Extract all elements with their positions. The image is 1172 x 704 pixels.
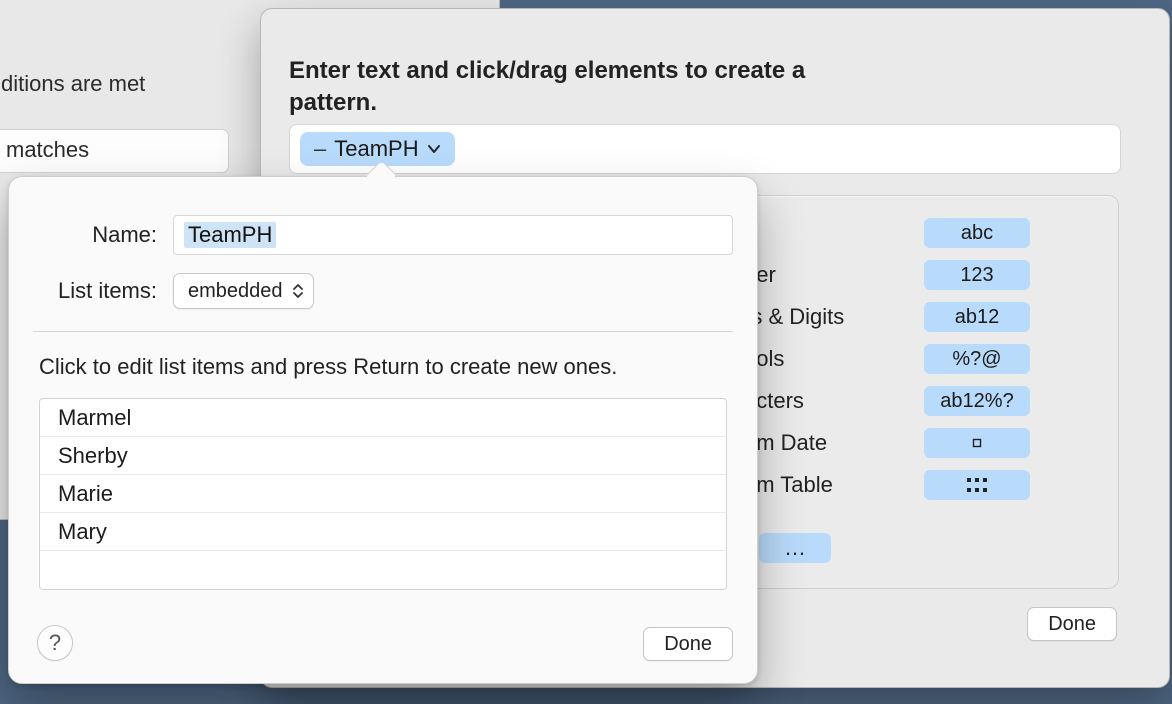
table-icon bbox=[967, 478, 987, 492]
updown-caret-icon bbox=[291, 282, 305, 300]
pattern-done-button[interactable]: Done bbox=[1027, 607, 1117, 641]
popover-arrow bbox=[367, 163, 395, 177]
list-items-select[interactable]: embedded bbox=[173, 273, 314, 309]
divider bbox=[33, 331, 733, 332]
type-row-characters[interactable]: acters ab12%? bbox=[744, 380, 1030, 422]
type-pill-letters-digits[interactable]: ab12 bbox=[924, 302, 1030, 332]
list-popover: Name: TeamPH List items: embedded Click … bbox=[8, 176, 758, 684]
matches-selector-label: matches bbox=[6, 137, 89, 162]
name-input[interactable]: TeamPH bbox=[173, 215, 733, 255]
type-row-symbols[interactable]: bols %?@ bbox=[744, 338, 1030, 380]
name-label: Name: bbox=[33, 222, 157, 248]
pattern-token-text: TeamPH bbox=[334, 136, 418, 162]
ellipsis-icon: … bbox=[784, 535, 806, 561]
pattern-input-bar[interactable]: – TeamPH bbox=[289, 124, 1121, 174]
pattern-types-rows: l abc ber 123 rs & Digits ab12 bols %?@ … bbox=[744, 212, 1030, 506]
type-row-date[interactable]: om Date bbox=[744, 422, 1030, 464]
list-items-label: List items: bbox=[33, 278, 157, 304]
more-types-button[interactable]: … bbox=[759, 533, 831, 563]
type-row-letters[interactable]: l abc bbox=[744, 212, 1030, 254]
help-icon: ? bbox=[49, 630, 61, 656]
list-item[interactable] bbox=[40, 551, 726, 589]
chevron-down-icon bbox=[427, 142, 441, 156]
type-row-table[interactable]: om Table bbox=[744, 464, 1030, 506]
list-items-select-value: embedded bbox=[188, 280, 283, 303]
type-row-letters-digits[interactable]: rs & Digits ab12 bbox=[744, 296, 1030, 338]
list-items-box[interactable]: Marmel Sherby Marie Mary bbox=[39, 398, 727, 590]
list-item[interactable]: Marmel bbox=[40, 399, 726, 437]
type-row-number[interactable]: ber 123 bbox=[744, 254, 1030, 296]
pattern-done-button-wrap: Done bbox=[1027, 607, 1117, 641]
pattern-token[interactable]: – TeamPH bbox=[300, 132, 455, 166]
pattern-instruction: Enter text and click/drag elements to cr… bbox=[289, 55, 849, 120]
list-hint: Click to edit list items and press Retur… bbox=[39, 354, 733, 380]
type-row-label: rs & Digits bbox=[744, 304, 844, 330]
name-input-value: TeamPH bbox=[184, 222, 276, 248]
list-item[interactable]: Sherby bbox=[40, 437, 726, 475]
pattern-token-prefix: – bbox=[314, 136, 326, 162]
matches-selector[interactable]: matches bbox=[0, 129, 229, 173]
type-pill-table[interactable] bbox=[924, 470, 1030, 500]
type-pill-date[interactable] bbox=[924, 428, 1030, 458]
popover-done-wrap: Done bbox=[643, 627, 733, 661]
type-pill-symbols[interactable]: %?@ bbox=[924, 344, 1030, 374]
type-pill-letters[interactable]: abc bbox=[924, 218, 1030, 248]
type-pill-number[interactable]: 123 bbox=[924, 260, 1030, 290]
type-pill-characters[interactable]: ab12%? bbox=[924, 386, 1030, 416]
help-button[interactable]: ? bbox=[37, 625, 73, 661]
placeholder-icon bbox=[971, 437, 983, 449]
list-item[interactable]: Marie bbox=[40, 475, 726, 513]
list-item[interactable]: Mary bbox=[40, 513, 726, 551]
conditions-label: ditions are met bbox=[1, 71, 145, 97]
popover-done-button[interactable]: Done bbox=[643, 627, 733, 661]
